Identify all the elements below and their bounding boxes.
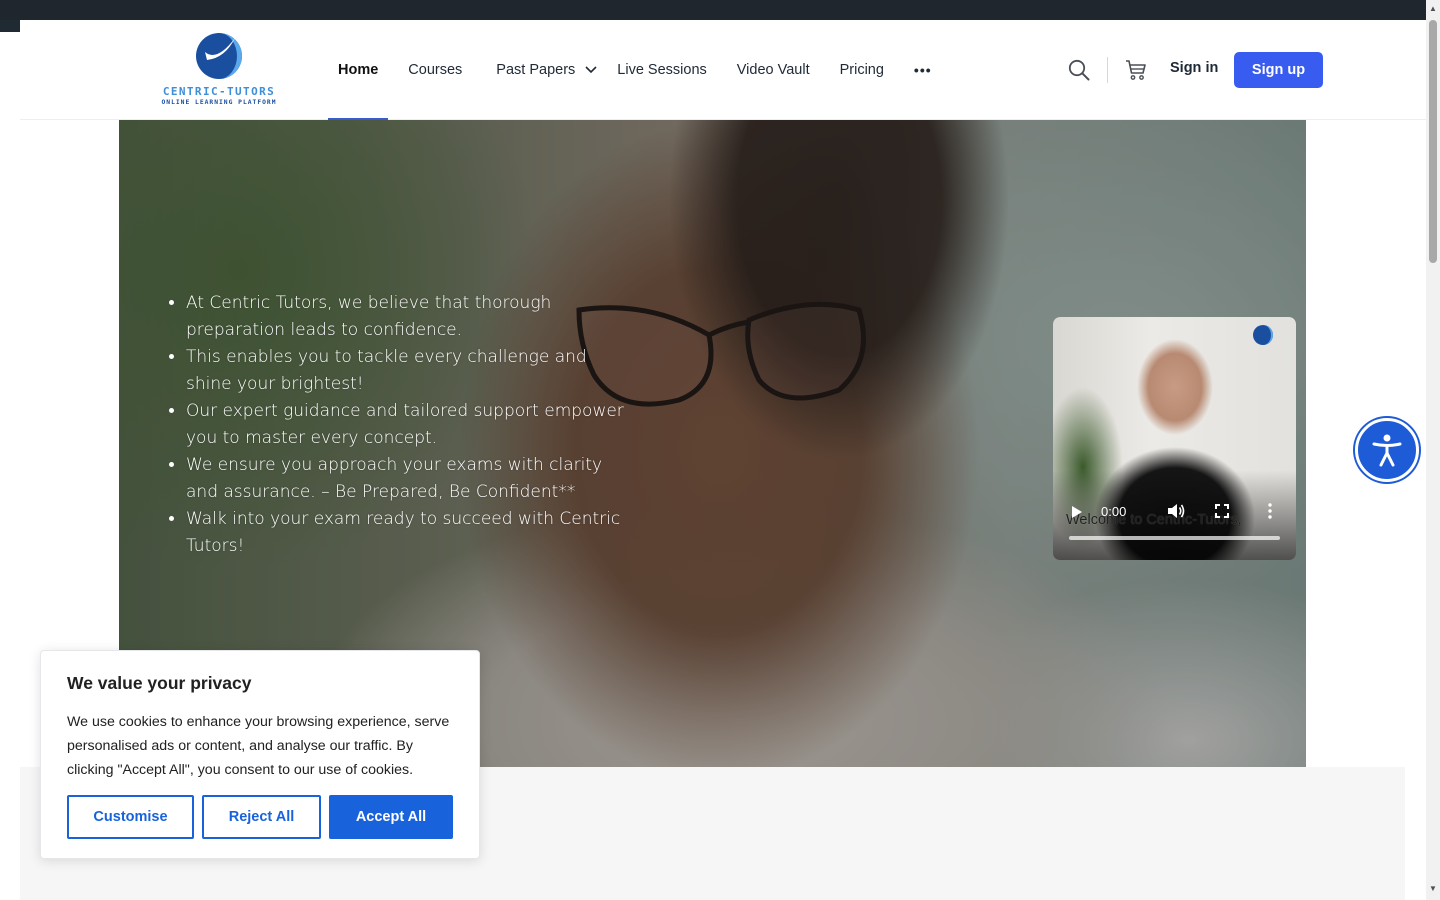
site-logo[interactable]: CENTRIC-TUTORS ONLINE LEARNING PLATFORM <box>154 32 284 110</box>
hero-bullet-list: At Centric Tutors, we believe that thoro… <box>167 290 637 560</box>
cookie-title: We value your privacy <box>67 673 252 693</box>
hero-bullet: Our expert guidance and tailored support… <box>186 398 637 452</box>
intro-video-player[interactable]: Welcome to Centric-Tutors, 0:00 <box>1053 317 1296 560</box>
accept-all-button[interactable]: Accept All <box>329 795 453 839</box>
scroll-up-arrow-icon[interactable]: ▲ <box>1429 4 1437 13</box>
site-header: CENTRIC-TUTORS ONLINE LEARNING PLATFORM … <box>20 20 1426 120</box>
main-nav: Home Courses Past Papers Live Sessions V… <box>328 20 952 120</box>
search-icon[interactable] <box>1068 59 1090 81</box>
video-progress-bar[interactable] <box>1069 536 1280 540</box>
cart-icon[interactable] <box>1125 59 1147 81</box>
nav-live-sessions-label: Live Sessions <box>617 62 707 78</box>
nav-courses[interactable]: Courses <box>398 20 472 120</box>
header-divider <box>1107 57 1108 83</box>
nav-live-sessions[interactable]: Live Sessions <box>607 20 716 120</box>
volume-icon[interactable] <box>1167 503 1185 519</box>
nav-pricing[interactable]: Pricing <box>830 20 894 120</box>
scroll-down-arrow-icon[interactable]: ▼ <box>1429 884 1437 893</box>
video-options-icon[interactable] <box>1268 503 1272 519</box>
nav-more-button[interactable]: ••• <box>904 20 942 120</box>
hero-bullet: At Centric Tutors, we believe that thoro… <box>186 290 637 344</box>
cookie-consent-banner: We value your privacy We use cookies to … <box>40 650 480 859</box>
accessibility-button[interactable] <box>1355 418 1419 482</box>
nav-video-vault[interactable]: Video Vault <box>727 20 820 120</box>
logo-tagline: ONLINE LEARNING PLATFORM <box>161 99 277 106</box>
chevron-down-icon <box>585 66 597 74</box>
sign-up-button[interactable]: Sign up <box>1234 52 1323 88</box>
reject-all-button[interactable]: Reject All <box>202 795 321 839</box>
nav-home-label: Home <box>338 62 379 78</box>
customise-button[interactable]: Customise <box>67 795 194 839</box>
nav-past-papers-label: Past Papers <box>496 62 576 78</box>
hero-bullet: We ensure you approach your exams with c… <box>186 452 637 506</box>
hero-bullet: Walk into your exam ready to succeed wit… <box>186 506 637 560</box>
nav-courses-label: Courses <box>408 62 463 78</box>
cookie-text: We use cookies to enhance your browsing … <box>67 714 450 778</box>
left-gutter <box>0 32 20 900</box>
video-watermark-logo-icon <box>1253 325 1273 345</box>
accessibility-icon <box>1372 434 1402 467</box>
logo-name: CENTRIC-TUTORS <box>162 85 276 98</box>
nav-past-papers[interactable]: Past Papers <box>486 20 607 120</box>
logo-mark-icon <box>196 33 242 79</box>
more-dots-icon: ••• <box>913 62 932 78</box>
nav-home[interactable]: Home <box>328 20 389 120</box>
play-icon[interactable] <box>1071 505 1083 519</box>
scrollbar-thumb[interactable] <box>1429 20 1437 263</box>
fullscreen-icon[interactable] <box>1215 504 1229 518</box>
cookie-buttons: Customise Reject All Accept All <box>67 795 453 839</box>
sign-in-link[interactable]: Sign in <box>1170 60 1218 76</box>
nav-pricing-label: Pricing <box>839 62 884 78</box>
browser-top-bar <box>0 0 1440 20</box>
video-time: 0:00 <box>1101 504 1127 519</box>
hero-bullet: This enables you to tackle every challen… <box>186 344 637 398</box>
nav-video-vault-label: Video Vault <box>736 62 810 78</box>
